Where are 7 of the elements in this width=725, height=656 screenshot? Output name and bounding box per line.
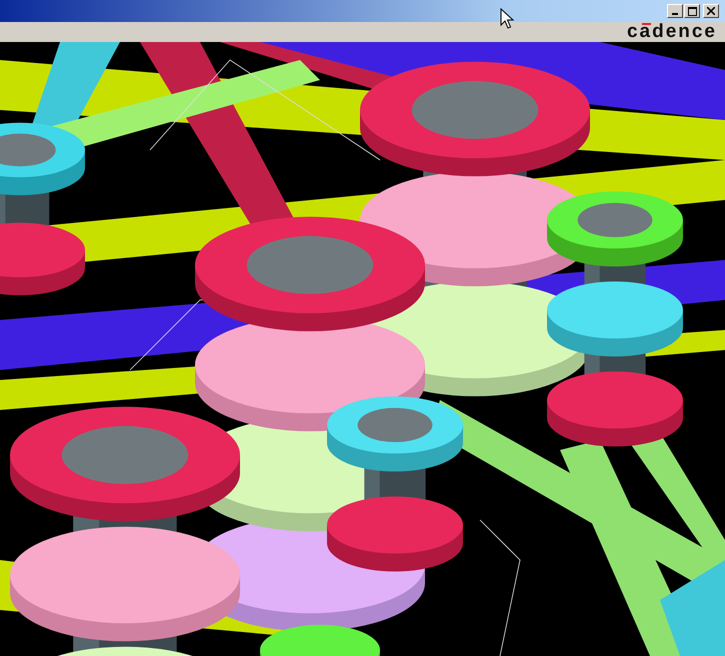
logo-text: cadence xyxy=(626,22,717,42)
maximize-button[interactable] xyxy=(684,4,700,18)
mouse-cursor-icon xyxy=(500,8,514,30)
close-button[interactable] xyxy=(703,4,719,18)
close-icon xyxy=(707,7,715,15)
maximize-icon xyxy=(688,6,696,16)
minimize-button[interactable] xyxy=(667,4,683,18)
